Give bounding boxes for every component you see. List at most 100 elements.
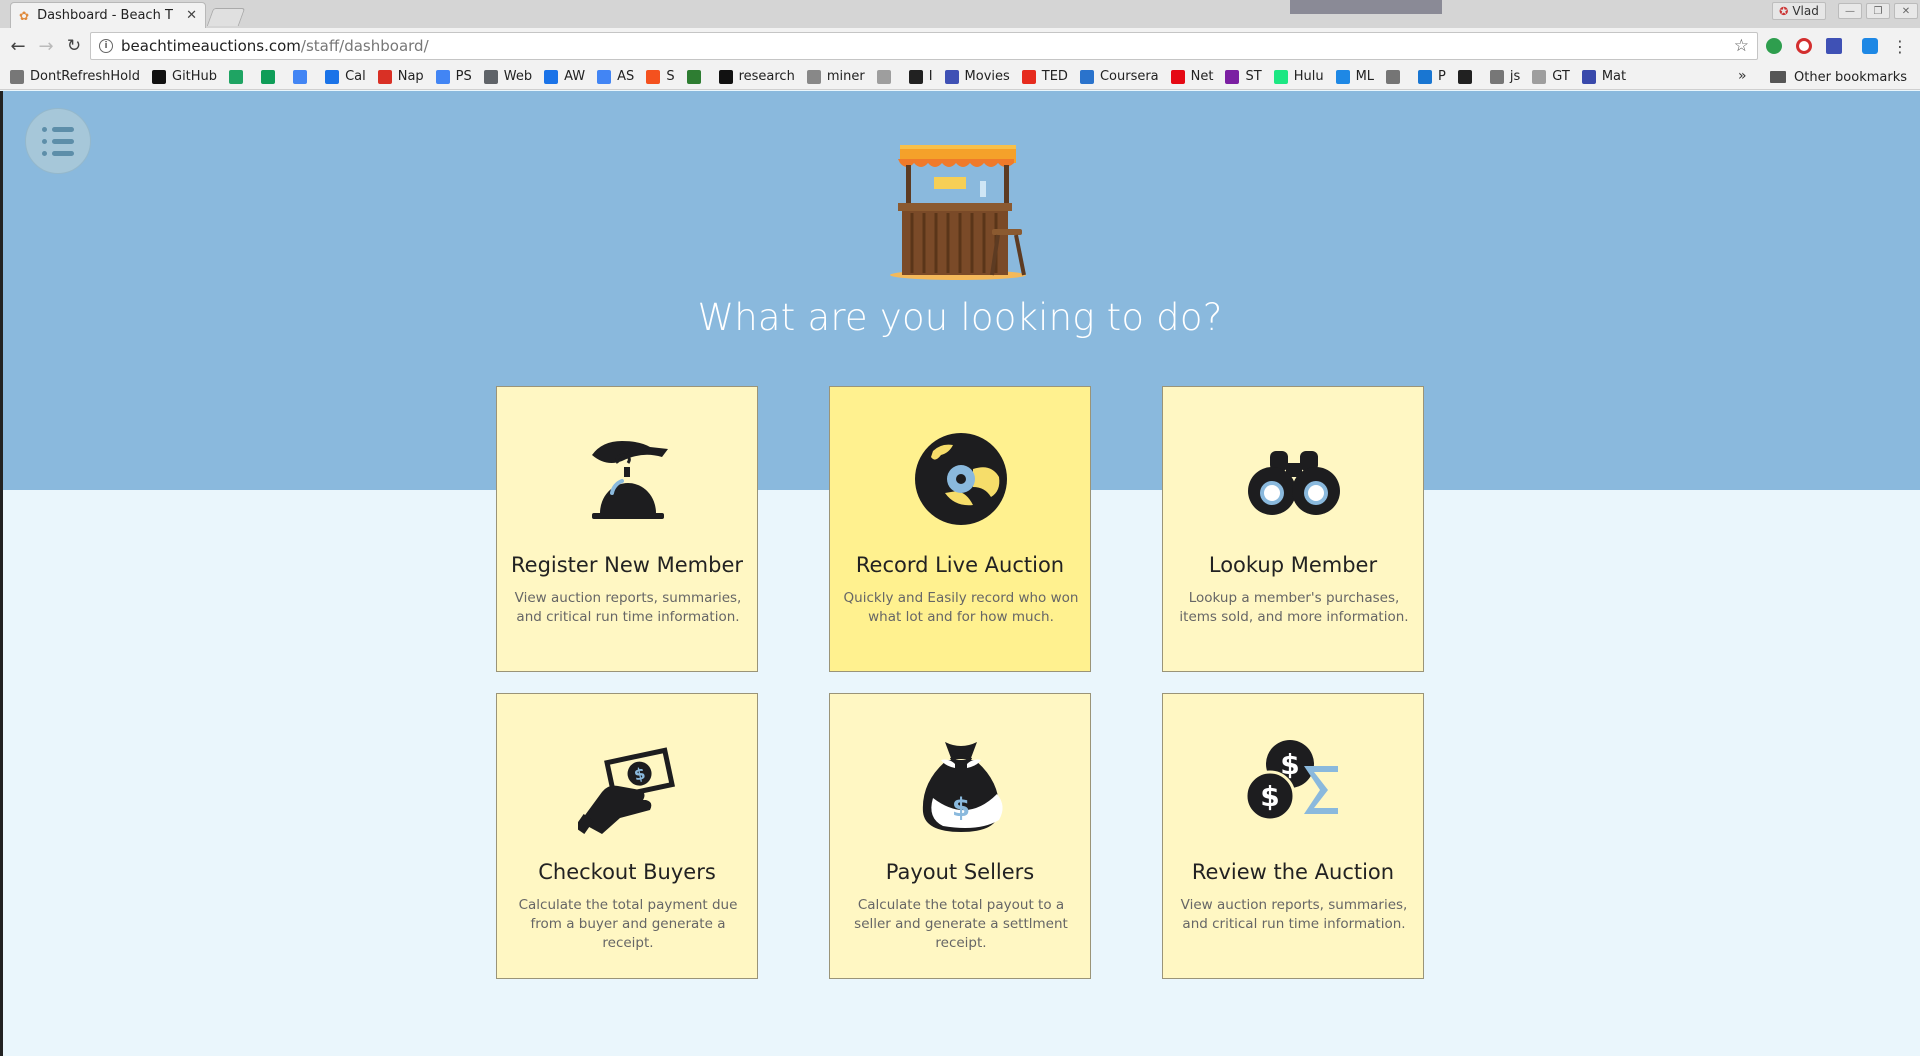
- bookmark-item[interactable]: Mat: [1581, 69, 1626, 84]
- bookmarks-overflow-button[interactable]: »: [1738, 68, 1747, 84]
- page-title: What are you looking to do?: [697, 296, 1223, 339]
- list-icon: [42, 126, 74, 132]
- bookmark-label: ST: [1245, 69, 1262, 84]
- bookmark-item[interactable]: ML: [1335, 69, 1374, 84]
- bookmark-label: GitHub: [172, 69, 218, 84]
- money-bag-icon: $: [922, 742, 1003, 832]
- docs-icon: [293, 69, 308, 84]
- bookmark-item[interactable]: [261, 69, 281, 84]
- bookmark-label: TED: [1041, 69, 1068, 84]
- review-the-auction-card[interactable]: $ $ Review the Auction View auction repo…: [1162, 693, 1424, 979]
- bookmark-item[interactable]: [1386, 69, 1406, 84]
- extension-blue-icon[interactable]: [1826, 38, 1842, 54]
- restore-button[interactable]: ❐: [1866, 3, 1890, 19]
- bookmark-item[interactable]: js: [1489, 69, 1521, 84]
- bookmark-label: Cal: [345, 69, 366, 84]
- pick-icon: [806, 69, 821, 84]
- bookmark-item[interactable]: miner: [806, 69, 865, 84]
- card-description: Calculate the total payout to a seller a…: [854, 897, 1068, 951]
- binoculars-icon: [1248, 451, 1340, 515]
- page-content: What are you looking to do? Register New…: [0, 91, 1920, 1056]
- bookmark-label: AS: [617, 69, 635, 84]
- bookmark-star-icon[interactable]: ☆: [1734, 36, 1749, 56]
- bookmark-item[interactable]: [1457, 69, 1478, 84]
- infinity-icon: [1079, 69, 1094, 84]
- svg-text:$: $: [1260, 780, 1279, 813]
- lookup-member-card[interactable]: Lookup Member Lookup a member's purchase…: [1162, 386, 1424, 672]
- back-button[interactable]: ←: [6, 34, 30, 58]
- leaf-icon: [1386, 69, 1401, 84]
- bookmark-item[interactable]: [229, 69, 249, 84]
- graduation-cap-icon[interactable]: [1862, 38, 1878, 54]
- reload-button[interactable]: ↻: [62, 34, 86, 58]
- bookmark-item[interactable]: Net: [1170, 69, 1213, 84]
- bookmark-item[interactable]: AS: [597, 69, 634, 84]
- ted-icon: [1021, 69, 1036, 84]
- github-icon: [152, 69, 166, 84]
- menu-button[interactable]: [25, 108, 91, 174]
- card-title: Lookup Member: [1208, 553, 1378, 577]
- record-live-auction-card[interactable]: Record Live Auction Quickly and Easily r…: [829, 386, 1091, 672]
- bookmark-label: P: [1438, 69, 1446, 84]
- bookmark-item[interactable]: Movies: [944, 69, 1010, 84]
- bookmark-item[interactable]: GitHub: [152, 69, 217, 84]
- bookmark-item[interactable]: Hulu: [1273, 69, 1324, 84]
- info-icon[interactable]: i: [99, 39, 113, 53]
- browser-toolbar: ← → ↻ i beachtimeauctions.com/staff/dash…: [0, 28, 1920, 64]
- folder-icon: [1770, 71, 1786, 83]
- card-title: Register New Member: [511, 553, 743, 577]
- bookmark-item[interactable]: Nap: [377, 69, 424, 84]
- card-description: View auction reports, summaries, and cri…: [514, 590, 742, 625]
- bookmark-label: js: [1509, 69, 1521, 84]
- beach-hut-favicon-icon: ✿: [19, 8, 30, 23]
- tab-dashboard[interactable]: ✿ Dashboard - Beach T ✕: [10, 2, 206, 28]
- line-icon: [1532, 69, 1547, 84]
- opera-icon[interactable]: [1796, 38, 1812, 54]
- payout-sellers-card[interactable]: $ Payout Sellers Calculate the total pay…: [829, 693, 1091, 979]
- address-bar[interactable]: i beachtimeauctions.com/staff/dashboard/…: [90, 32, 1758, 60]
- bookmark-item[interactable]: [293, 69, 313, 84]
- bookmark-item[interactable]: P: [1418, 69, 1446, 84]
- url-path: /staff/dashboard/: [300, 37, 429, 55]
- other-bookmarks[interactable]: Other bookmarks: [1770, 64, 1907, 90]
- bookmark-item[interactable]: PS: [435, 69, 472, 84]
- bookmark-item[interactable]: S: [646, 69, 675, 84]
- p-icon: [1418, 69, 1433, 84]
- minimize-button[interactable]: —: [1838, 3, 1862, 19]
- profile-icon: ✪: [1779, 4, 1789, 18]
- bookmark-label: Movies: [964, 69, 1010, 84]
- bookmark-item[interactable]: research: [718, 69, 795, 84]
- checkout-buyers-card[interactable]: $ Checkout Buyers Calculate the total pa…: [496, 693, 758, 979]
- register-new-member-card[interactable]: Register New Member View auction reports…: [496, 386, 758, 672]
- card-description: Lookup a member's purchases, items sold,…: [1179, 590, 1409, 625]
- bookmark-label: AW: [564, 69, 586, 84]
- bookmark-item[interactable]: [686, 69, 707, 84]
- profile-button[interactable]: ✪ Vlad: [1772, 2, 1826, 20]
- bookmark-item[interactable]: I: [908, 69, 933, 84]
- google-icon: [597, 69, 612, 84]
- bookmark-item[interactable]: GT: [1532, 69, 1570, 84]
- bookmark-item[interactable]: Coursera: [1079, 69, 1159, 84]
- extension-green-icon[interactable]: [1766, 38, 1782, 54]
- bookmark-label: Nap: [397, 69, 424, 84]
- close-icon[interactable]: ✕: [186, 8, 197, 23]
- bookmark-item[interactable]: Web: [483, 69, 533, 84]
- bookmark-item[interactable]: DontRefreshHold: [10, 69, 140, 84]
- bookmark-item[interactable]: TED: [1021, 69, 1068, 84]
- forward-button[interactable]: →: [34, 34, 58, 58]
- bookmarks-bar: DontRefreshHold GitHub Cal Nap PS Web AW AS Sres…: [0, 64, 1920, 90]
- card-title: Record Live Auction: [855, 553, 1065, 577]
- coins-sigma-icon: $ $: [1244, 740, 1338, 822]
- bookmark-item[interactable]: ST: [1225, 69, 1262, 84]
- bookmark-item[interactable]: AW: [544, 69, 585, 84]
- new-tab-button[interactable]: [206, 8, 246, 26]
- kebab-menu-icon[interactable]: ⋮: [1888, 34, 1912, 58]
- bookmark-item[interactable]: Cal: [325, 69, 366, 84]
- page-icon: [10, 69, 24, 84]
- hand-cash-icon: $: [578, 747, 675, 834]
- film-icon: [944, 69, 959, 84]
- google-icon: [435, 69, 450, 84]
- close-window-button[interactable]: ✕: [1894, 3, 1918, 19]
- bookmark-item[interactable]: [876, 69, 897, 84]
- bookmark-label: Web: [503, 69, 533, 84]
